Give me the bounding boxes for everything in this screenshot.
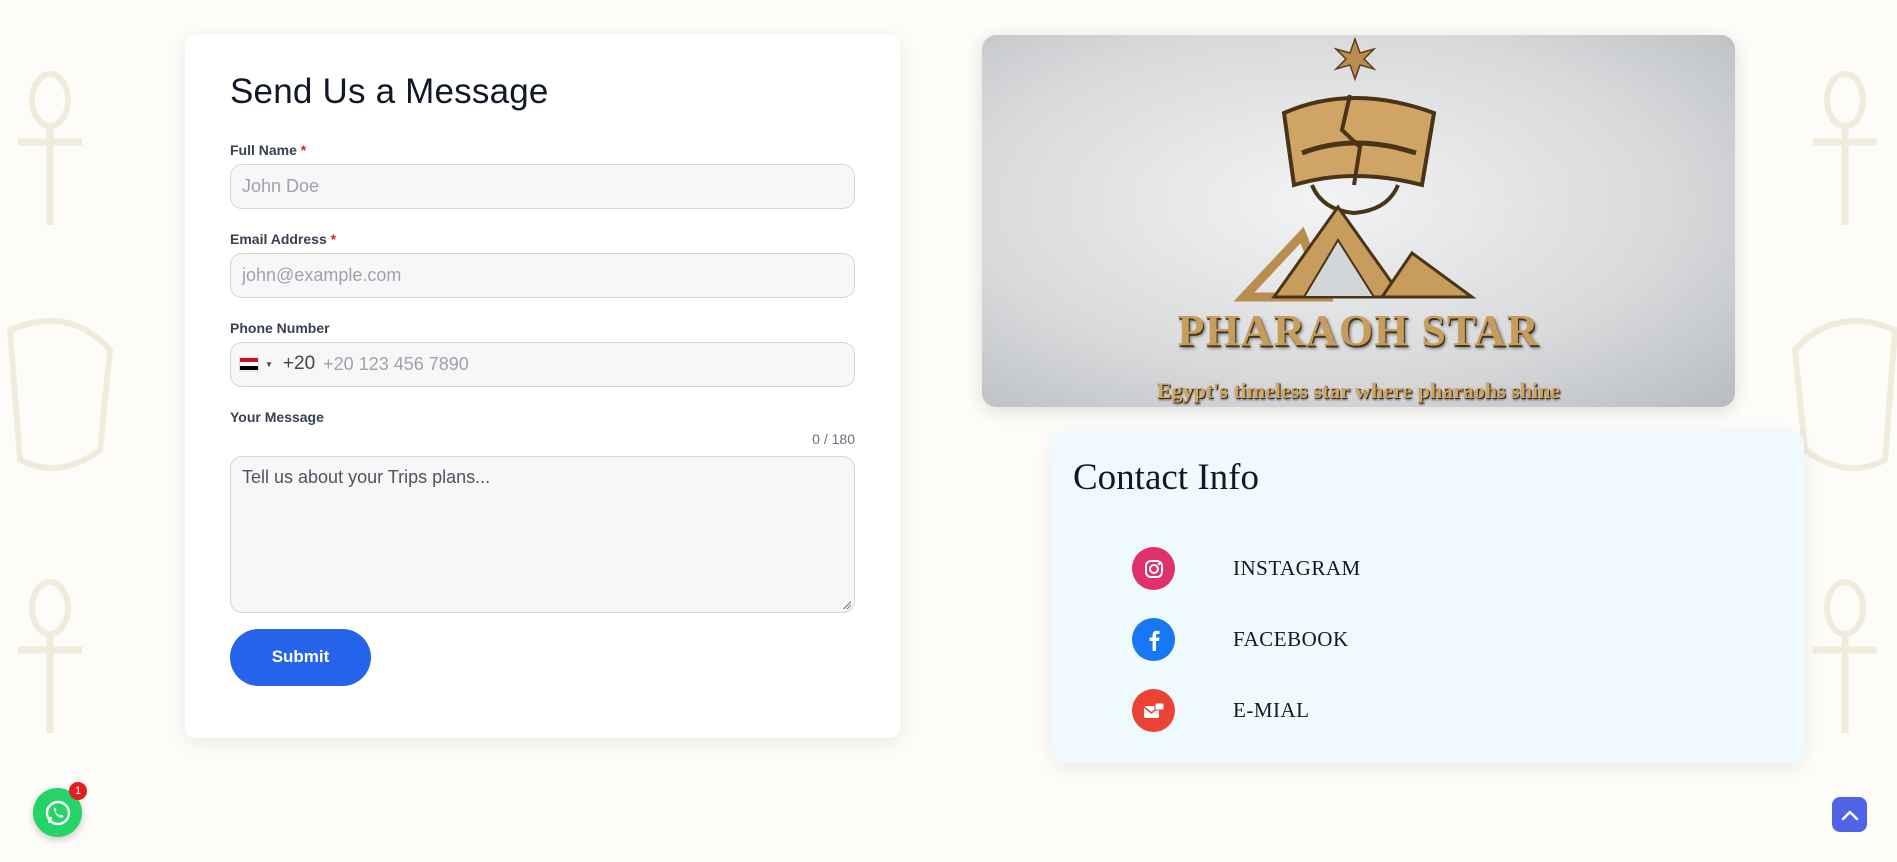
facebook-icon[interactable] — [1132, 618, 1175, 661]
chevron-up-icon — [1841, 810, 1858, 820]
country-dropdown-caret-icon[interactable]: ▼ — [265, 360, 273, 369]
email-icon[interactable] — [1132, 689, 1175, 732]
resize-handle-icon[interactable] — [842, 599, 851, 609]
phone-placeholder: +20 123 456 7890 — [323, 353, 469, 374]
full-name-placeholder: John Doe — [242, 175, 320, 196]
full-name-input[interactable]: John Doe — [230, 163, 855, 209]
email-input[interactable]: john@example.com — [230, 252, 855, 298]
facebook-label[interactable]: FACEBOOK — [1233, 627, 1349, 652]
message-label: Your Message — [230, 408, 324, 425]
contact-item-facebook[interactable]: FACEBOOK — [1073, 604, 1783, 675]
back-to-top-button[interactable] — [1832, 797, 1867, 832]
notification-badge: 1 — [69, 782, 87, 800]
char-counter: 0 / 180 — [812, 430, 855, 447]
egypt-flag-icon[interactable] — [239, 356, 259, 372]
required-mark: * — [300, 141, 307, 158]
brand-name: PHARAOH STAR — [1177, 306, 1540, 355]
brand-logo-image: PHARAOH STAR Egypt's timeless star where… — [982, 35, 1735, 407]
submit-button[interactable]: Submit — [230, 628, 371, 686]
ankh-icon — [1813, 579, 1877, 733]
contact-item-instagram[interactable]: INSTAGRAM — [1073, 533, 1783, 604]
email-placeholder: john@example.com — [242, 264, 402, 285]
message-textarea[interactable]: Tell us about your Trips plans... — [230, 455, 855, 613]
message-placeholder: Tell us about your Trips plans... — [242, 466, 491, 487]
email-label: Email Address * — [230, 231, 855, 247]
dial-code: +20 — [282, 353, 316, 374]
phone-input[interactable]: ▼ +20 +20 123 456 7890 — [230, 341, 855, 387]
email-label-text: Email Address — [230, 230, 327, 247]
contact-info-title: Contact Info — [1073, 457, 1259, 498]
message-header: Your Message — [230, 409, 855, 425]
ankh-icon — [18, 579, 82, 733]
whatsapp-button[interactable]: 1 — [33, 782, 87, 837]
ankh-icon — [1813, 71, 1877, 225]
ankh-icon — [18, 71, 82, 225]
pharaoh-star-logo-icon — [1233, 36, 1477, 302]
full-name-label-text: Full Name — [230, 141, 297, 158]
contact-item-email[interactable]: E-MIAL — [1073, 675, 1783, 746]
contact-form: Send Us a Message Full Name * John Doe E… — [185, 35, 900, 738]
required-mark: * — [330, 230, 337, 247]
pharaoh-head-icon — [6, 318, 114, 471]
phone-label: Phone Number — [230, 319, 330, 336]
brand-tagline: Egypt's timeless star where pharaohs shi… — [1156, 378, 1561, 403]
instagram-icon[interactable] — [1132, 547, 1175, 590]
contact-info-card: Contact Info INSTAGRAM FACEBOOK E-MIAL — [1052, 430, 1804, 763]
email-label[interactable]: E-MIAL — [1233, 698, 1309, 723]
whatsapp-icon — [45, 800, 70, 825]
full-name-label: Full Name * — [230, 142, 855, 158]
message-counter-row: 0 / 180 — [230, 425, 855, 456]
instagram-label[interactable]: INSTAGRAM — [1233, 556, 1361, 581]
form-title: Send Us a Message — [230, 72, 549, 111]
